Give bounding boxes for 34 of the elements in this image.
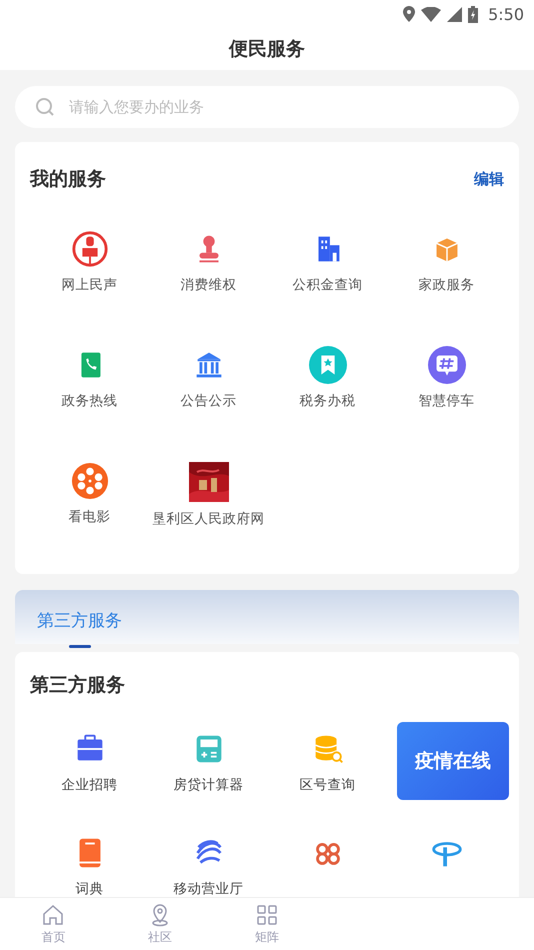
search-icon <box>35 97 55 117</box>
bookmark-icon <box>308 346 346 384</box>
service-item[interactable]: 看电影 <box>30 448 149 564</box>
signal-icon <box>447 6 462 22</box>
service-item[interactable]: 词典 <box>30 830 149 897</box>
section-title: 我的服务 <box>30 167 106 192</box>
microphone-icon <box>70 230 108 268</box>
service-item[interactable]: 政务热线 <box>30 332 149 448</box>
service-item[interactable]: 税务办税 <box>268 332 387 448</box>
service-item[interactable]: 移动营业厅 <box>149 830 268 897</box>
service-item[interactable]: 智慧停车 <box>387 332 506 448</box>
service-item[interactable]: 网上民声 <box>30 216 149 332</box>
service-item[interactable]: 企业招聘 <box>30 716 149 830</box>
clock-time: 5:50 <box>488 4 524 24</box>
service-item[interactable]: 公积金查询 <box>268 216 387 332</box>
service-item[interactable]: 区号查询 <box>268 716 387 830</box>
service-item[interactable]: 垦利区人民政府网 <box>149 448 268 564</box>
banner-ad[interactable]: 疫情在线 <box>397 722 509 800</box>
chat-hash-icon <box>428 346 466 384</box>
grid-icon <box>254 902 279 926</box>
film-reel-icon <box>70 462 108 500</box>
service-item[interactable]: 消费维权 <box>149 216 268 332</box>
section-title: 第三方服务 <box>30 673 125 698</box>
service-item[interactable]: 房贷计算器 <box>149 716 268 830</box>
search-field[interactable]: 请输入您要办的业务 <box>67 97 499 117</box>
battery-icon <box>468 6 478 22</box>
location-icon <box>403 6 416 22</box>
search-bar[interactable]: 请输入您要办的业务 <box>15 86 519 128</box>
page-title: 便民服务 <box>229 37 305 62</box>
home-icon <box>41 902 66 926</box>
service-item[interactable]: 公告公示 <box>149 332 268 448</box>
service-item[interactable]: 家政服务 <box>387 216 506 332</box>
edit-link[interactable]: 编辑 <box>474 170 504 188</box>
wifi-icon <box>421 6 442 22</box>
